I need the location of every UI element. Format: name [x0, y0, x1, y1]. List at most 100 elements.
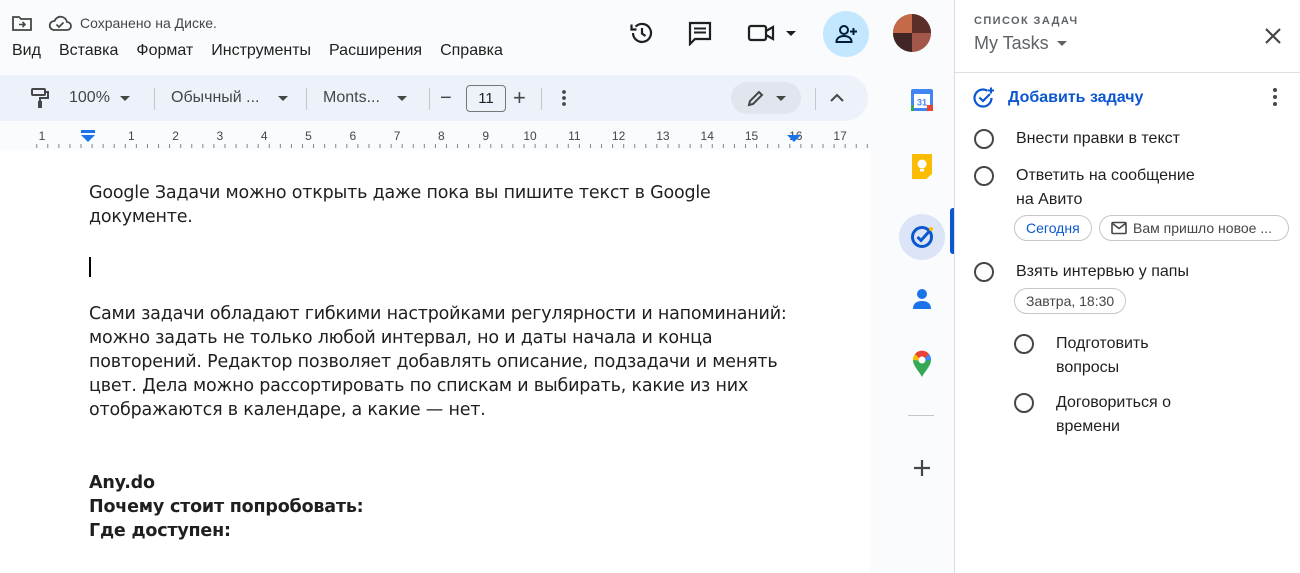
menu-help[interactable]: Справка	[440, 41, 503, 61]
task-title[interactable]: Внести правки в текст	[1016, 127, 1180, 151]
add-addon-icon[interactable]	[905, 451, 939, 485]
menu-format[interactable]: Формат	[136, 41, 193, 61]
ruler-label: 7	[394, 129, 401, 143]
chevron-down-icon	[396, 95, 407, 101]
task-title[interactable]: Подготовить вопросы	[1056, 332, 1186, 380]
share-button[interactable]	[823, 11, 869, 57]
menu-view[interactable]: Вид	[12, 41, 41, 61]
ruler-label: 3	[217, 129, 224, 143]
task-title[interactable]: Взять интервью у папы	[1016, 260, 1189, 284]
ruler-label: 1	[128, 129, 135, 143]
menu-insert[interactable]: Вставка	[59, 41, 118, 61]
subtask-item[interactable]: Договориться о времени	[1014, 393, 1196, 439]
version-history-icon[interactable]	[625, 16, 659, 50]
toolbar-divider	[306, 88, 307, 110]
task-date-chip[interactable]: Сегодня	[1014, 215, 1092, 241]
ruler-label: 5	[305, 129, 312, 143]
ruler-label: 8	[438, 129, 445, 143]
doc-heading[interactable]: Any.do	[89, 471, 809, 495]
meet-button[interactable]	[746, 16, 800, 50]
task-complete-checkbox[interactable]	[974, 262, 994, 282]
hide-menus-icon[interactable]	[829, 75, 845, 121]
ruler-label: 12	[612, 129, 626, 143]
doc-paragraph[interactable]: Сами задачи обладают гибкими настройками…	[89, 302, 809, 422]
task-email-chip[interactable]: Вам пришло новое ...	[1099, 215, 1289, 241]
editing-mode-button[interactable]	[731, 82, 801, 114]
task-complete-checkbox[interactable]	[974, 166, 994, 186]
font-size-input[interactable]: 11	[466, 85, 506, 112]
chevron-down-icon	[277, 95, 288, 101]
comments-icon[interactable]	[683, 16, 717, 50]
decrease-font-size-button[interactable]: −	[440, 75, 452, 121]
doc-heading[interactable]: Почему стоит попробовать:	[89, 495, 809, 519]
task-complete-checkbox[interactable]	[1014, 334, 1034, 354]
ruler-label: 10	[523, 129, 537, 143]
ruler-label: 9	[482, 129, 489, 143]
ruler-label: 15	[745, 129, 759, 143]
add-task-button[interactable]: Добавить задачу	[972, 86, 1143, 110]
task-title[interactable]: Договориться о времени	[1056, 391, 1196, 439]
move-to-folder-icon[interactable]	[12, 15, 32, 31]
ruler-label: 13	[656, 129, 670, 143]
calendar-icon[interactable]: 31	[905, 83, 939, 117]
ruler-label: 17	[833, 129, 847, 143]
doc-paragraph[interactable]: Google Задачи можно открыть даже пока вы…	[89, 181, 809, 229]
font-family-select[interactable]: Monts...	[323, 75, 407, 121]
task-item[interactable]: Внести правки в текст	[974, 129, 1180, 151]
side-panel-rail	[870, 72, 954, 573]
left-indent-marker[interactable]	[81, 135, 95, 142]
contacts-icon[interactable]	[905, 282, 939, 316]
task-list-selector[interactable]: My Tasks	[974, 33, 1067, 54]
task-complete-checkbox[interactable]	[974, 129, 994, 149]
task-item[interactable]: Взять интервью у папы	[974, 262, 1189, 284]
increase-font-size-button[interactable]: +	[513, 75, 526, 121]
ruler[interactable]: 1123456789101112131415161718	[0, 125, 890, 149]
task-item[interactable]: Ответить на сообщение на Авито	[974, 166, 1216, 212]
subtask-item[interactable]: Подготовить вопросы	[1014, 334, 1186, 380]
task-title[interactable]: Ответить на сообщение на Авито	[1016, 164, 1216, 212]
task-date-chip[interactable]: Завтра, 18:30	[1014, 288, 1127, 314]
doc-heading[interactable]: Где доступен:	[89, 519, 809, 543]
text-cursor	[89, 257, 91, 277]
tasks-icon[interactable]	[899, 214, 945, 260]
toolbar-divider	[429, 88, 430, 110]
more-vert-icon[interactable]	[1265, 86, 1285, 108]
toolbar-divider	[815, 88, 816, 110]
add-person-icon	[835, 25, 857, 43]
menu-bar: Вид Вставка Формат Инструменты Расширени…	[12, 41, 521, 61]
panel-divider	[955, 72, 1300, 73]
formatting-toolbar: 100% Обычный ... Monts... − 11 +	[0, 75, 868, 121]
toolbar-divider	[154, 88, 155, 110]
close-icon[interactable]	[1261, 24, 1285, 48]
ruler-label: 1	[39, 129, 46, 143]
more-options-icon[interactable]	[557, 75, 571, 121]
cloud-saved-icon[interactable]	[48, 14, 72, 32]
menu-extensions[interactable]: Расширения	[329, 41, 422, 61]
zoom-select[interactable]: 100%	[69, 75, 130, 121]
avatar[interactable]	[893, 14, 931, 52]
tasks-panel: СПИСОК ЗАДАЧ My Tasks Добавить задачу Вн…	[954, 0, 1300, 573]
keep-icon[interactable]	[905, 149, 939, 183]
task-complete-checkbox[interactable]	[1014, 393, 1034, 413]
pencil-icon	[747, 90, 764, 107]
paragraph-style-select[interactable]: Обычный ...	[171, 75, 288, 121]
ruler-label: 14	[701, 129, 715, 143]
toolbar-divider	[541, 88, 542, 110]
ruler-label: 11	[568, 129, 581, 143]
ruler-label: 2	[172, 129, 179, 143]
add-task-icon	[973, 87, 994, 108]
save-status: Сохранено на Диске.	[80, 15, 217, 31]
chevron-down-icon	[1056, 41, 1067, 46]
chevron-down-icon	[119, 95, 130, 101]
first-line-indent-marker[interactable]	[81, 130, 95, 133]
maps-icon[interactable]	[905, 347, 939, 381]
rail-divider	[908, 415, 934, 416]
panel-title: СПИСОК ЗАДАЧ	[974, 15, 1079, 27]
task-list-name: My Tasks	[974, 33, 1049, 53]
ruler-label: 4	[261, 129, 268, 143]
ruler-label: 6	[349, 129, 356, 143]
email-icon	[1111, 221, 1127, 235]
paint-format-icon[interactable]	[30, 75, 50, 121]
svg-text:31: 31	[917, 98, 927, 108]
menu-tools[interactable]: Инструменты	[211, 41, 311, 61]
